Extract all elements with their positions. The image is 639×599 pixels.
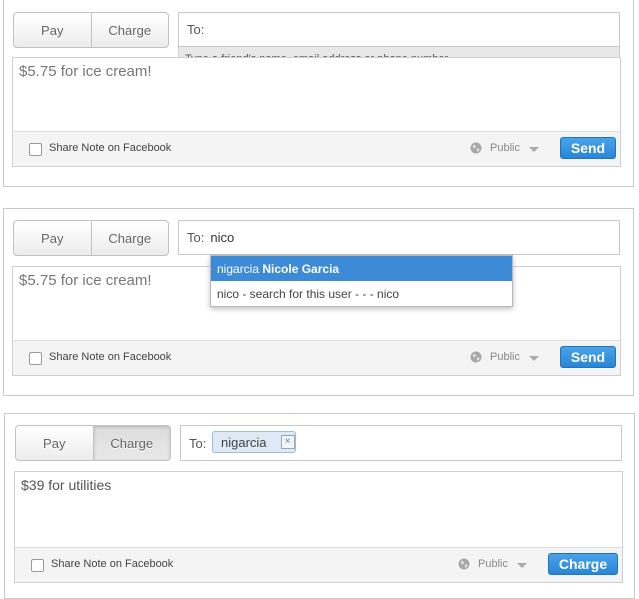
chevron-down-icon[interactable] — [517, 563, 527, 568]
close-icon[interactable]: × — [280, 435, 295, 449]
recipient-suggestions: nigarcia Nicole Garcia nico - search for… — [210, 255, 513, 307]
note-text[interactable]: $5.75 for ice cream! — [19, 272, 152, 289]
recipient-field[interactable]: To: nico — [178, 220, 620, 255]
recipient-token[interactable]: nigarcia × — [212, 431, 296, 453]
note-footer: Share Note on Facebook Public Send — [13, 131, 620, 166]
charge-tab[interactable]: Charge — [90, 221, 169, 255]
charge-tab[interactable]: Charge — [90, 13, 169, 47]
to-label: To: — [187, 22, 205, 37]
pay-charge-toggle: Pay Charge — [13, 12, 169, 48]
suggestion-user[interactable]: nigarcia Nicole Garcia — [211, 256, 512, 281]
note-footer: Share Note on Facebook Public Charge — [15, 547, 622, 582]
recipient-token-label: nigarcia — [221, 434, 267, 450]
globe-icon — [458, 558, 470, 570]
payment-panel-3: Pay Charge To: nigarcia × $39 for utilit… — [0, 413, 639, 599]
chevron-down-icon[interactable] — [529, 356, 539, 361]
to-label: To: — [189, 435, 207, 451]
payment-panel-2: Pay Charge To: nico $5.75 for ice cream!… — [0, 208, 639, 398]
recipient-field[interactable]: To: — [178, 12, 620, 47]
note-footer: Share Note on Facebook Public Send — [13, 340, 620, 375]
globe-icon — [470, 142, 482, 154]
pay-tab[interactable]: Pay — [14, 13, 91, 47]
chevron-down-icon[interactable] — [529, 147, 539, 152]
suggestion-fullname: Nicole Garcia — [262, 261, 340, 276]
payment-panel-1: Pay Charge To: Type a friend's name, ema… — [0, 0, 639, 190]
share-facebook-label: Share Note on Facebook — [49, 142, 172, 154]
suggestion-username: nigarcia — [217, 261, 260, 276]
share-facebook-checkbox[interactable] — [31, 559, 44, 572]
privacy-label[interactable]: Public — [490, 142, 520, 154]
charge-button[interactable]: Charge — [548, 553, 618, 575]
pay-tab[interactable]: Pay — [14, 221, 91, 255]
share-facebook-checkbox[interactable] — [29, 352, 42, 365]
suggestion-search[interactable]: nico - search for this user - - - nico — [211, 281, 512, 306]
recipient-input-value[interactable]: nico — [210, 230, 234, 245]
share-facebook-label: Share Note on Facebook — [51, 558, 174, 570]
globe-icon — [470, 351, 482, 363]
privacy-label[interactable]: Public — [478, 558, 508, 570]
note-box[interactable]: $39 for utilities Share Note on Facebook… — [14, 471, 623, 583]
share-facebook-checkbox[interactable] — [29, 143, 42, 156]
note-text[interactable]: $5.75 for ice cream! — [19, 63, 152, 80]
to-label: To: — [187, 230, 205, 245]
note-text[interactable]: $39 for utilities — [21, 477, 111, 493]
pay-tab[interactable]: Pay — [16, 426, 93, 460]
pay-charge-toggle: Pay Charge — [13, 220, 169, 256]
pay-charge-toggle: Pay Charge — [15, 425, 171, 461]
privacy-label[interactable]: Public — [490, 351, 520, 363]
send-button[interactable]: Send — [560, 346, 616, 368]
send-button[interactable]: Send — [560, 137, 616, 159]
note-box[interactable]: $5.75 for ice cream! Share Note on Faceb… — [12, 57, 621, 167]
charge-tab[interactable]: Charge — [92, 426, 170, 460]
share-facebook-label: Share Note on Facebook — [49, 351, 172, 363]
